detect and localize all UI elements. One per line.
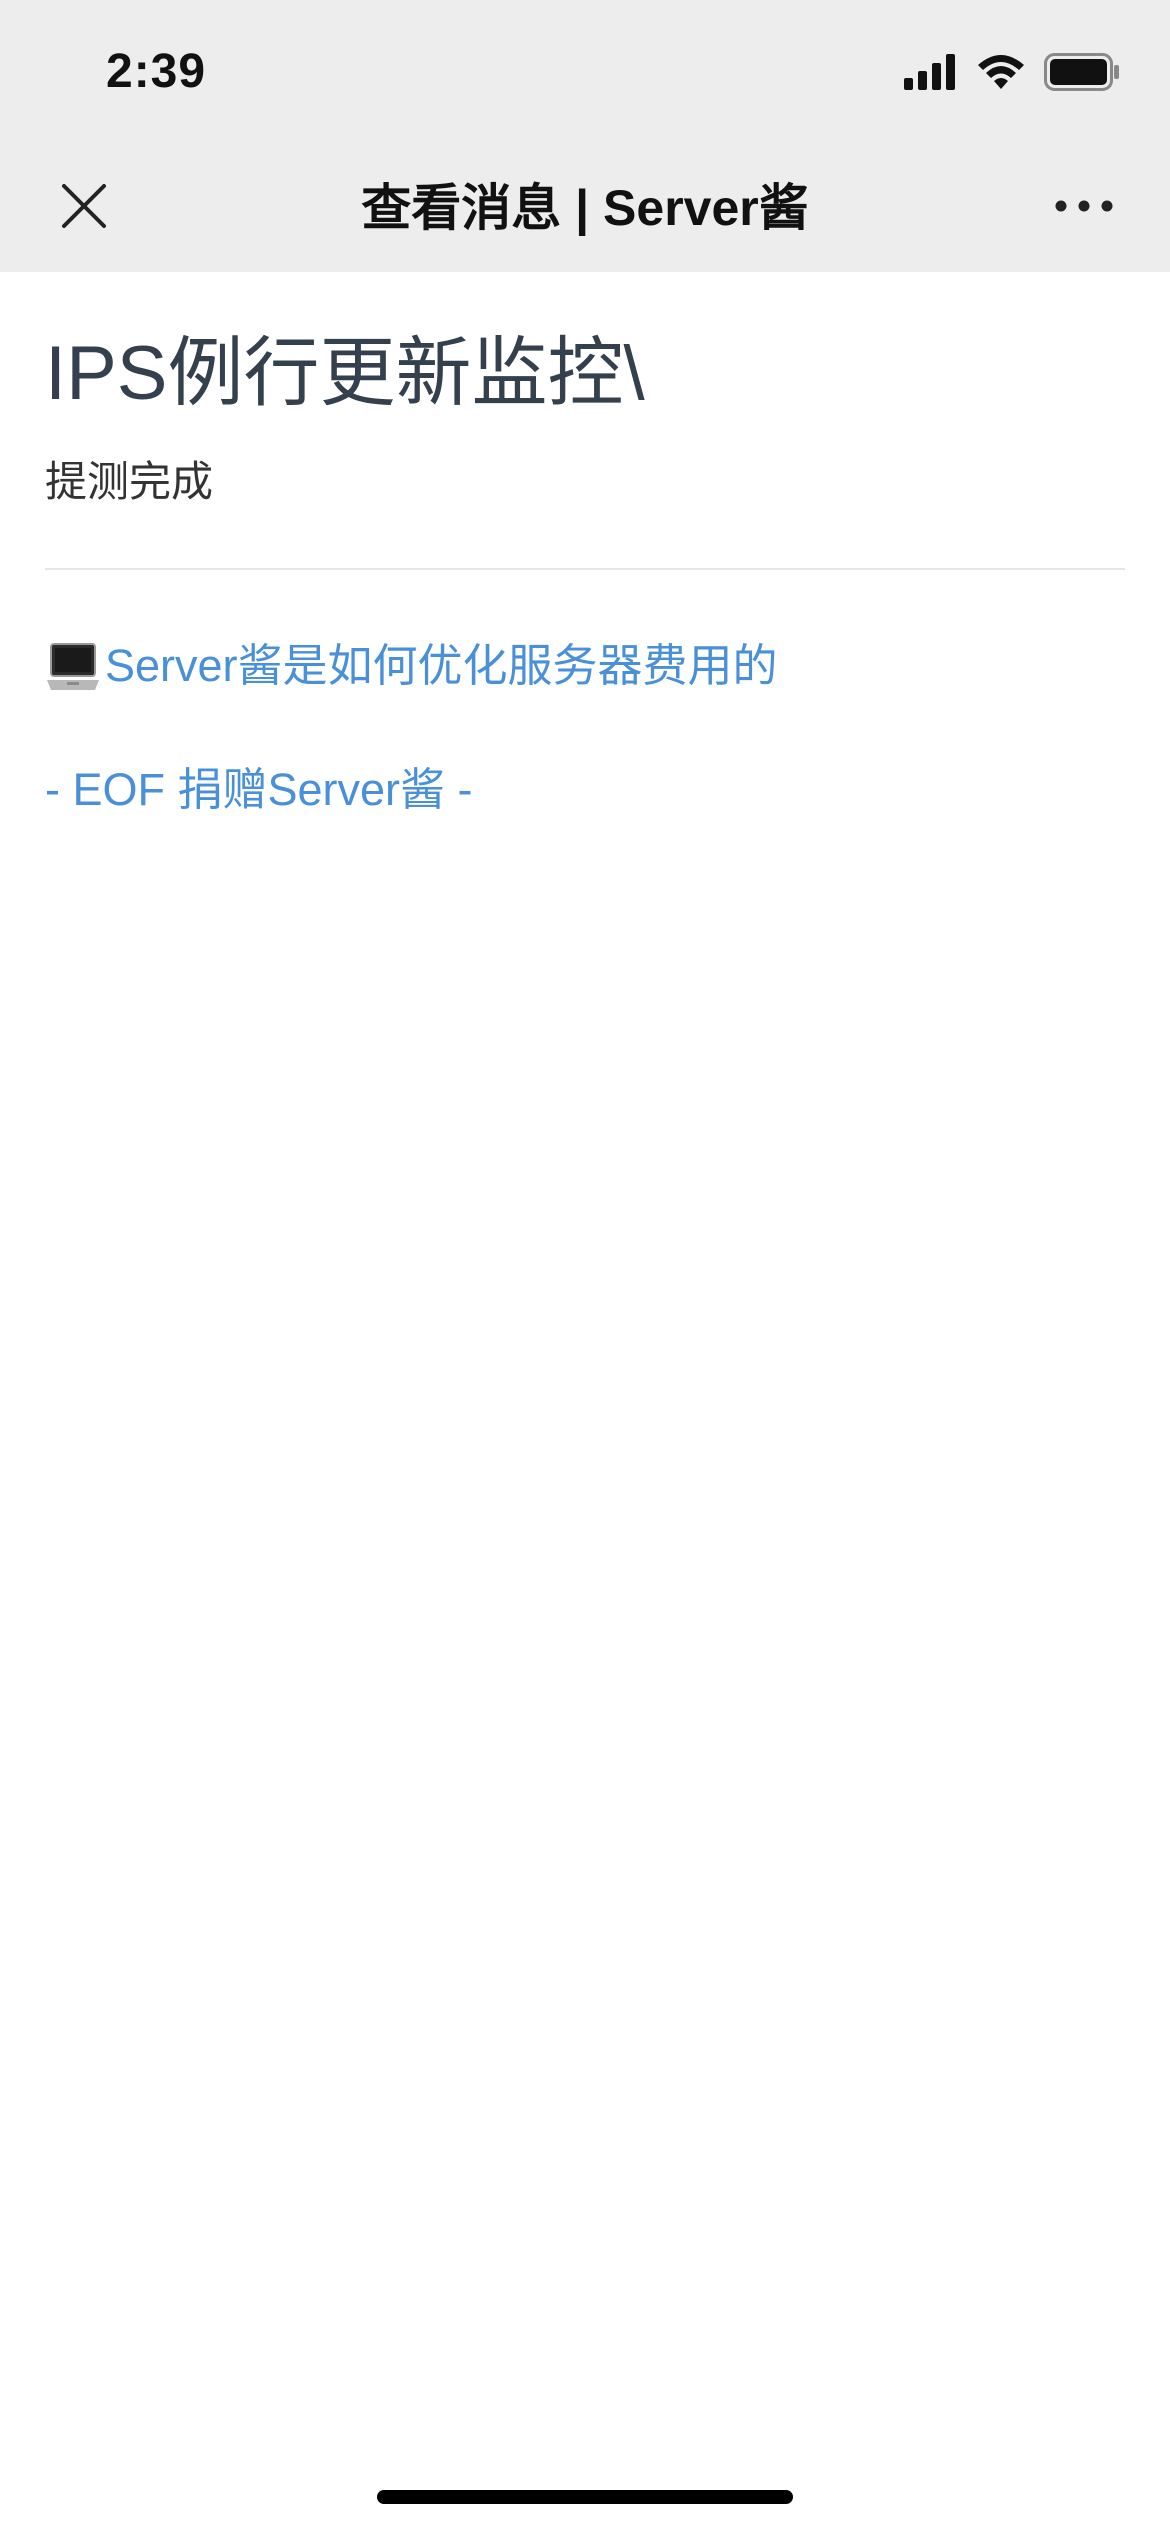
cellular-signal-icon: [904, 53, 958, 95]
message-description: 提测完成: [45, 458, 214, 505]
page-title: 查看消息 | Server酱: [361, 180, 809, 236]
divider: [45, 568, 1125, 570]
status-icons: [904, 52, 1120, 96]
home-indicator[interactable]: [377, 2490, 793, 2504]
more-button[interactable]: [1048, 176, 1120, 240]
message-title: IPS例行更新监控\: [45, 331, 645, 416]
promo-link[interactable]: Server酱是如何优化服务器费用的: [45, 636, 1125, 696]
battery-icon: [1044, 52, 1120, 96]
donate-link[interactable]: - EOF 捐赠Server酱 -: [45, 760, 1125, 820]
close-button[interactable]: [52, 176, 116, 240]
status-time: 2:39: [106, 45, 207, 98]
status-bar: 2:39: [0, 0, 1170, 140]
message-content: IPS例行更新监控\ 提测完成 Server酱是如何优化服务器费用的 - EOF…: [45, 272, 1125, 820]
promo-link-text: Server酱是如何优化服务器费用的: [105, 640, 778, 691]
wifi-icon: [976, 53, 1026, 96]
close-icon: [60, 182, 108, 235]
more-horizontal-icon: [1055, 199, 1113, 217]
laptop-icon: [45, 636, 101, 696]
nav-bar: 查看消息 | Server酱: [0, 140, 1170, 272]
top-area: 2:39 查看消息 | Server酱: [0, 0, 1170, 272]
